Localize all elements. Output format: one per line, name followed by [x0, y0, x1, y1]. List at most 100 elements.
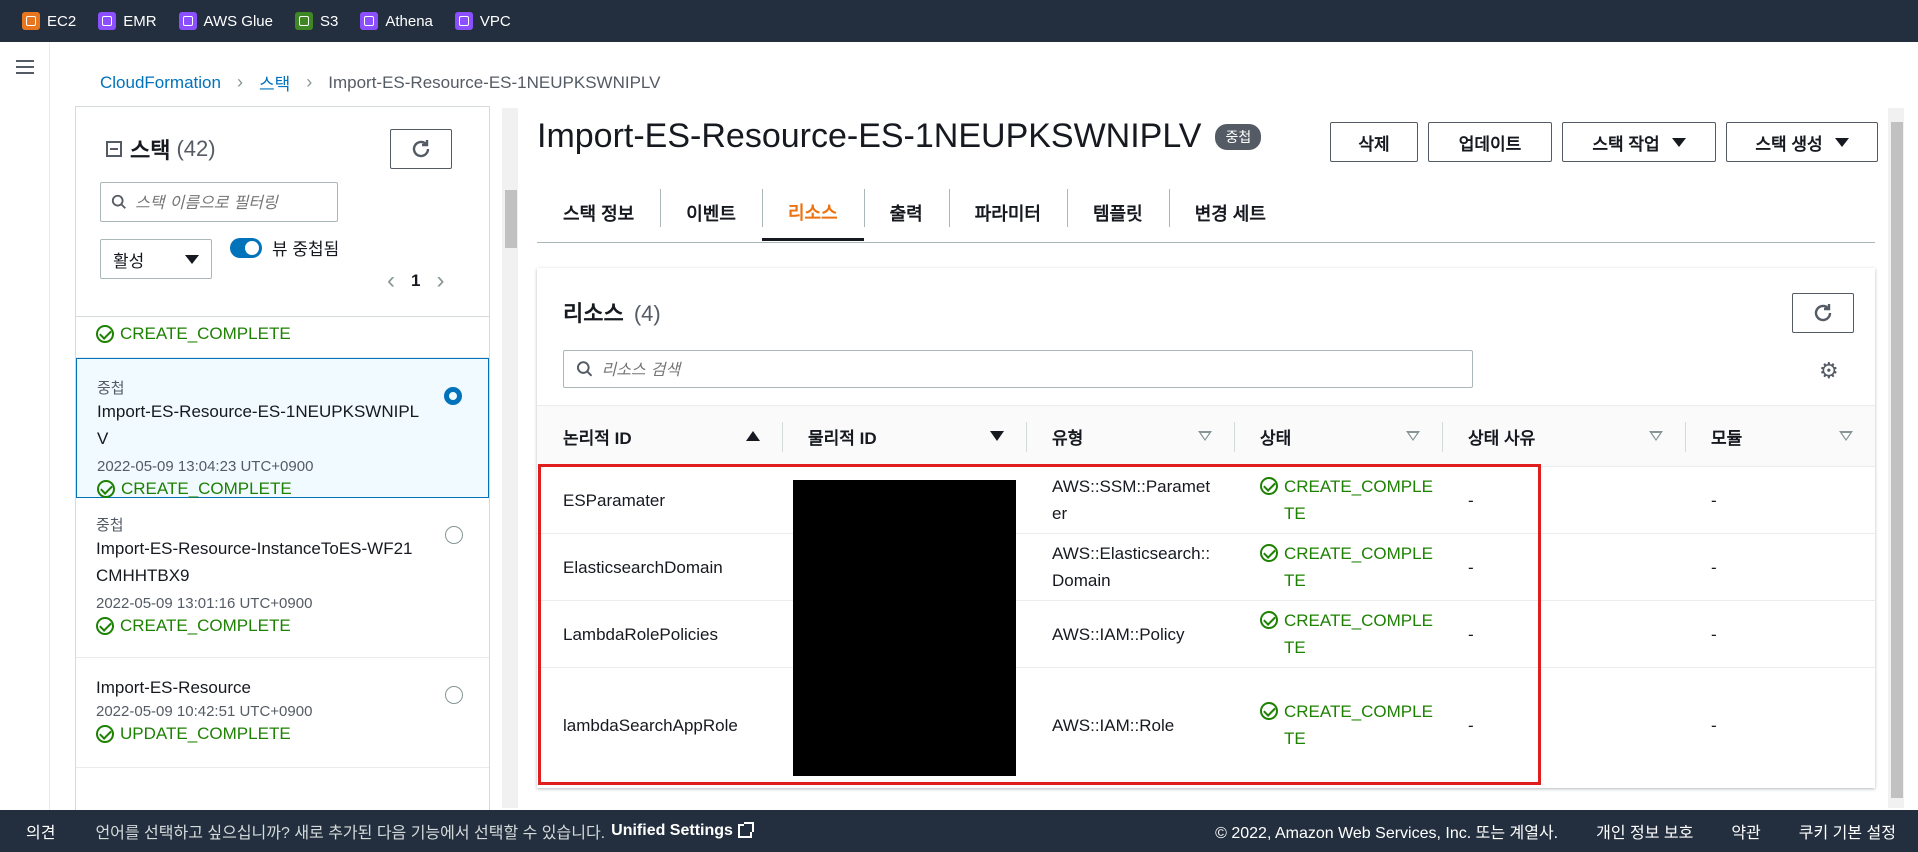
table-row[interactable]: ElasticsearchDomain AWS::Elasticsearch::… [537, 534, 1875, 601]
status-cell: CREATE_COMPLETE [1234, 668, 1442, 783]
resource-search-field[interactable] [563, 350, 1473, 388]
stack-status-filter[interactable]: 활성 [100, 239, 212, 279]
stack-pagination: ‹ 1 › [371, 267, 460, 295]
stack-name: Import-ES-Resource-ES-1NEUPKSWNIPLV [97, 402, 420, 448]
create-stack-button[interactable]: 스택 생성 [1726, 122, 1878, 162]
sort-icon[interactable] [1198, 431, 1212, 441]
stack-search-input[interactable] [135, 192, 337, 212]
stack-time: 2022-05-09 13:04:23 UTC+0900 [97, 458, 314, 475]
logical-id-cell: ElasticsearchDomain [563, 557, 723, 577]
resource-search-input[interactable] [601, 359, 1472, 379]
stack-status: CREATE_COMPLETE [96, 616, 469, 636]
service-glue[interactable]: AWS Glue [178, 12, 273, 30]
stack-radio[interactable] [445, 686, 463, 704]
prev-page-icon[interactable]: ‹ [387, 267, 395, 295]
success-check-icon [96, 325, 114, 343]
service-vpc[interactable]: VPC [454, 12, 511, 30]
type-cell: AWS::SSM::Parameter [1052, 477, 1211, 523]
stack-panel-title: 스택 (42) [106, 133, 216, 165]
status-reason-cell: - [1468, 490, 1474, 510]
logical-id-cell: lambdaSearchAppRole [563, 716, 738, 735]
nested-view-toggle[interactable]: 뷰 중첩됨 [230, 235, 339, 260]
collapse-icon[interactable] [106, 141, 122, 157]
update-button[interactable]: 업데이트 [1428, 122, 1552, 162]
sort-icon[interactable] [1839, 431, 1853, 441]
tab-change-sets[interactable]: 변경 세트 [1168, 185, 1292, 241]
unified-settings-link[interactable]: Unified Settings [611, 822, 754, 840]
sort-icon[interactable] [1406, 431, 1420, 441]
athena-icon [360, 12, 379, 30]
delete-button[interactable]: 삭제 [1330, 122, 1418, 162]
privacy-link[interactable]: 개인 정보 보호 [1596, 819, 1693, 843]
sort-ascending-icon[interactable] [746, 431, 760, 441]
success-check-icon [96, 725, 114, 743]
feedback-link[interactable]: 의견 [26, 819, 55, 843]
stack-radio[interactable] [445, 526, 463, 544]
status-cell: CREATE_COMPLETE [1234, 467, 1442, 533]
current-page[interactable]: 1 [411, 271, 420, 291]
col-status[interactable]: 상태 [1234, 406, 1442, 466]
search-icon [111, 194, 126, 209]
module-cell: - [1711, 490, 1717, 510]
success-check-icon [96, 617, 114, 635]
service-athena[interactable]: Athena [360, 12, 433, 30]
terms-link[interactable]: 약관 [1731, 819, 1760, 843]
stack-list: 2022-05-09 13:19:05 UTC+0900 CREATE_COMP… [76, 302, 489, 768]
tab-parameters[interactable]: 파라미터 [948, 185, 1067, 241]
table-row[interactable]: lambdaSearchAppRole AWS::IAM::Role CREAT… [537, 668, 1875, 783]
main-scrollbar-right[interactable] [1888, 108, 1904, 808]
module-cell: - [1711, 624, 1717, 644]
external-link-icon [737, 822, 754, 838]
breadcrumb-cloudformation[interactable]: CloudFormation [100, 73, 221, 93]
breadcrumb: CloudFormation › 스택 › Import-ES-Resource… [100, 70, 660, 95]
service-s3[interactable]: S3 [295, 12, 338, 30]
navigation-rail [0, 42, 50, 810]
refresh-icon [1814, 304, 1832, 322]
next-page-icon[interactable]: › [436, 267, 444, 295]
stack-list-item-selected[interactable]: 중첩 Import-ES-Resource-ES-1NEUPKSWNIPLV 2… [76, 358, 489, 498]
resources-refresh-button[interactable] [1792, 293, 1854, 333]
status-reason-cell: - [1468, 557, 1474, 577]
chevron-down-icon [1834, 137, 1849, 147]
col-physical-id[interactable]: 물리적 ID [782, 406, 1026, 466]
tab-resources[interactable]: 리소스 [761, 185, 864, 241]
stack-time: 2022-05-09 13:01:16 UTC+0900 [96, 595, 313, 612]
type-cell: AWS::IAM::Role [1052, 716, 1175, 735]
nested-label: 중첩 [96, 517, 124, 534]
toggle-switch[interactable] [230, 237, 262, 258]
tab-stack-info[interactable]: 스택 정보 [537, 185, 660, 241]
chevron-down-icon [1671, 137, 1686, 147]
resources-table: 논리적 ID 물리적 ID 유형 상태 상태 사유 모듈 ESParamater… [537, 405, 1875, 783]
type-cell: AWS::Elasticsearch::Domain [1052, 544, 1211, 590]
stack-actions-button[interactable]: 스택 작업 [1562, 122, 1716, 162]
service-ec2[interactable]: EC2 [22, 12, 76, 30]
breadcrumb-stacks[interactable]: 스택 [259, 70, 290, 95]
tab-template[interactable]: 템플릿 [1067, 185, 1169, 241]
tab-outputs[interactable]: 출력 [863, 185, 949, 241]
stack-list-item[interactable]: Import-ES-Resource 2022-05-09 10:42:51 U… [76, 658, 489, 768]
col-status-reason[interactable]: 상태 사유 [1442, 406, 1685, 466]
col-logical-id[interactable]: 논리적 ID [537, 406, 782, 466]
col-type[interactable]: 유형 [1026, 406, 1234, 466]
type-cell: AWS::IAM::Policy [1052, 624, 1185, 644]
stack-list-item[interactable]: 중첩 Import-ES-Resource-InstanceToES-WF21C… [76, 498, 489, 658]
success-check-icon [1260, 702, 1278, 720]
tab-events[interactable]: 이벤트 [660, 185, 762, 241]
hamburger-menu-icon[interactable] [16, 60, 34, 74]
gear-icon[interactable]: ⚙ [1819, 358, 1839, 384]
col-module[interactable]: 모듈 [1685, 406, 1875, 466]
cookie-preferences-link[interactable]: 쿠키 기본 설정 [1799, 819, 1896, 843]
stack-name: Import-ES-Resource [96, 678, 251, 697]
sort-descending-icon[interactable] [990, 431, 1004, 441]
table-row[interactable]: ESParamater AWS::SSM::Parameter CREATE_C… [537, 467, 1875, 534]
stack-refresh-button[interactable] [390, 129, 452, 169]
success-check-icon [1260, 477, 1278, 495]
footer: 의견 언어를 선택하고 싶으십니까? 새로 추가된 다음 기능에서 선택할 수 … [0, 810, 1918, 852]
table-row[interactable]: LambdaRolePolicies AWS::IAM::Policy CREA… [537, 601, 1875, 668]
stack-search-field[interactable] [100, 182, 338, 222]
page-title: Import-ES-Resource-ES-1NEUPKSWNIPLV [537, 117, 1202, 155]
stack-radio-selected[interactable] [444, 387, 462, 405]
sort-icon[interactable] [1649, 431, 1663, 441]
main-scrollbar-left[interactable] [502, 108, 518, 808]
service-emr[interactable]: EMR [98, 12, 157, 30]
